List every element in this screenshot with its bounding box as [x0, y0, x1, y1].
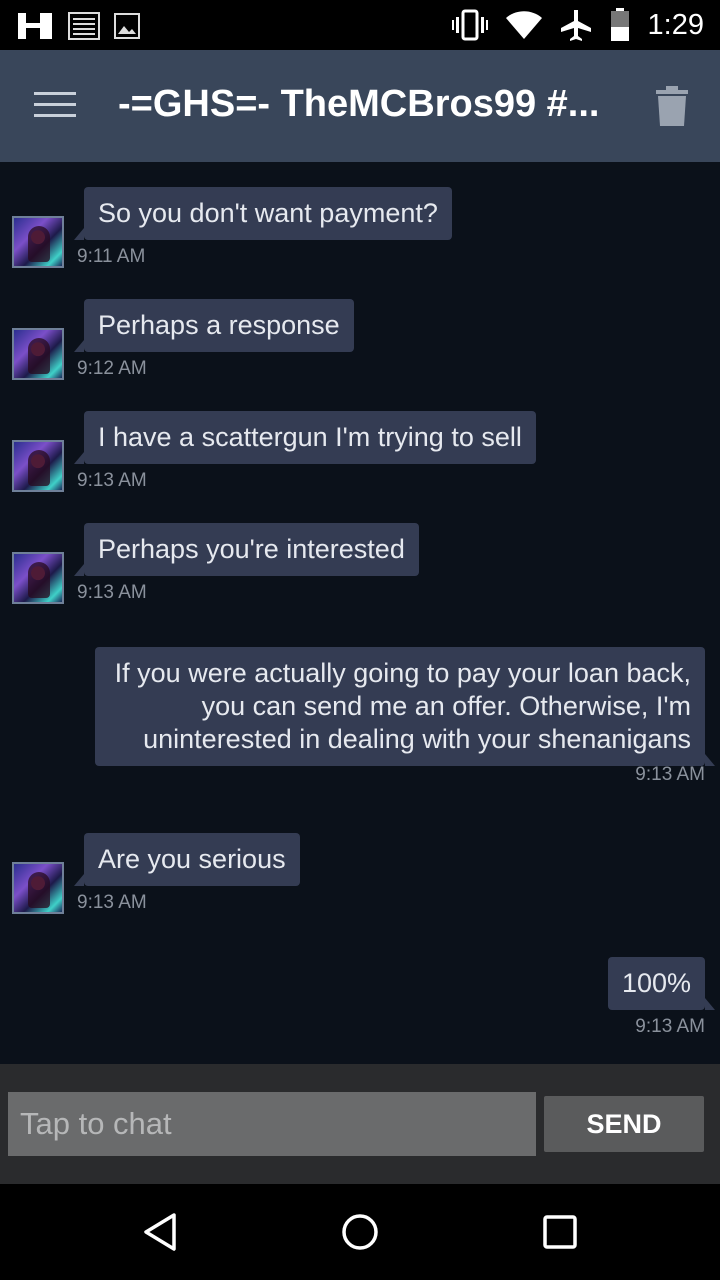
message-bubble: If you were actually going to pay your l…	[95, 647, 715, 766]
message-bubble: I have a scattergun I'm trying to sell	[74, 411, 536, 464]
message-bubble: 100%	[607, 957, 716, 1010]
recents-icon[interactable]	[542, 1212, 578, 1252]
chat-log[interactable]: So you don't want payment? 9:11 AM Perha…	[0, 162, 720, 1064]
message-time: 9:13 AM	[77, 470, 147, 491]
message-bubble: Perhaps you're interested	[74, 523, 419, 576]
avatar[interactable]	[12, 440, 64, 492]
message-time: 9:13 AM	[77, 892, 147, 913]
menu-icon[interactable]	[34, 92, 76, 120]
composer: SEND	[0, 1064, 720, 1184]
message-bubble: Are you serious	[74, 833, 300, 886]
chat-title: -=GHS=- TheMCBros99 #...	[118, 83, 600, 125]
image-icon	[114, 13, 140, 39]
status-left	[16, 11, 140, 41]
trash-icon[interactable]	[654, 86, 690, 126]
vibrate-icon	[451, 9, 488, 41]
nav-bar	[0, 1184, 720, 1280]
status-right: 1:29	[451, 8, 704, 42]
message-time: 9:11 AM	[77, 246, 146, 267]
status-clock: 1:29	[647, 8, 704, 41]
avatar[interactable]	[12, 552, 64, 604]
airplane-icon	[560, 10, 591, 41]
status-bar: 1:29	[0, 0, 720, 50]
message-time: 9:13 AM	[635, 1016, 705, 1037]
message-bubble: Perhaps a response	[74, 299, 354, 352]
send-button[interactable]: SEND	[544, 1096, 704, 1152]
back-icon[interactable]	[140, 1212, 180, 1252]
message-bubble: So you don't want payment?	[74, 187, 452, 240]
message-time: 9:13 AM	[635, 764, 705, 785]
avatar[interactable]	[12, 216, 64, 268]
battery-icon	[610, 8, 629, 41]
app-h-icon	[18, 13, 52, 39]
message-time: 9:12 AM	[77, 358, 147, 379]
avatar[interactable]	[12, 862, 64, 914]
chat-input[interactable]	[8, 1092, 536, 1156]
avatar[interactable]	[12, 328, 64, 380]
app-bar: -=GHS=- TheMCBros99 #...	[0, 50, 720, 162]
home-icon[interactable]	[340, 1212, 380, 1252]
wifi-icon	[505, 11, 542, 39]
news-icon	[68, 12, 100, 40]
message-time: 9:13 AM	[77, 582, 147, 603]
